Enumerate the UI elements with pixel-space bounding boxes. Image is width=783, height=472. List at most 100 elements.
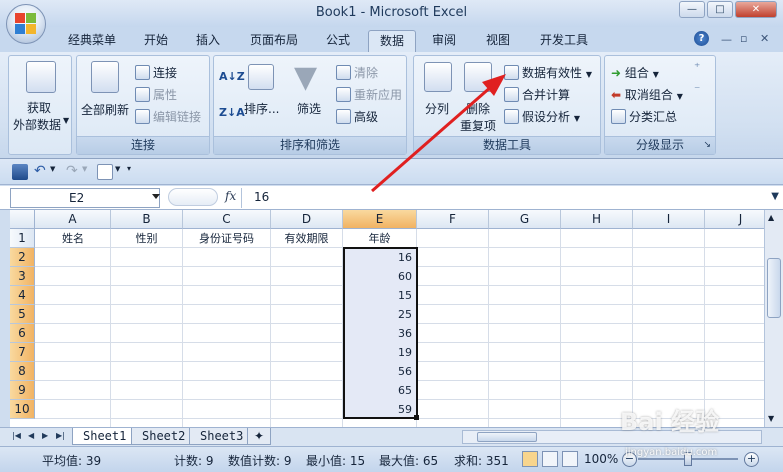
insert-function-icon[interactable]: fx [225, 189, 236, 203]
customize-qat-icon[interactable]: ▾ [127, 164, 131, 173]
get-external-dropdown-icon[interactable]: ▼ [63, 116, 69, 125]
minimize-button[interactable]: — [679, 1, 705, 18]
text-to-columns-button[interactable]: 分列 [425, 100, 449, 117]
name-box[interactable]: E2 [10, 188, 160, 208]
row-header-6[interactable]: 6 [10, 324, 35, 343]
cell-c1[interactable]: 身份证号码 [183, 229, 270, 248]
prev-sheet-icon[interactable]: ◀ [28, 431, 34, 440]
sort-az-icon[interactable]: A↓Z [219, 70, 245, 83]
print-preview-icon[interactable] [97, 164, 113, 180]
cell-e4[interactable]: 15 [343, 286, 416, 305]
subtotal-button[interactable]: 分类汇总 [611, 108, 677, 125]
connections-button[interactable]: 连接 [135, 64, 177, 81]
zoom-level[interactable]: 100% [584, 452, 618, 466]
formula-input[interactable]: 16 [254, 190, 269, 204]
column-header-f[interactable]: F [417, 210, 489, 229]
cell-e3[interactable]: 60 [343, 267, 416, 286]
column-header-a[interactable]: A [35, 210, 111, 229]
column-header-g[interactable]: G [489, 210, 561, 229]
horizontal-scroll-thumb[interactable] [477, 432, 537, 442]
refresh-all-button[interactable]: 全部刷新 [81, 101, 129, 118]
tab-data[interactable]: 数据 [368, 30, 416, 52]
normal-view-icon[interactable] [522, 451, 538, 467]
tab-insert[interactable]: 插入 [188, 30, 228, 52]
formula-edit-controls[interactable] [168, 188, 218, 206]
sort-za-icon[interactable]: Z↓A [219, 106, 245, 119]
preview-dropdown-icon[interactable]: ▼ [115, 165, 120, 173]
row-header-9[interactable]: 9 [10, 381, 35, 400]
redo-dropdown-icon[interactable]: ▼ [82, 165, 87, 173]
redo-icon[interactable]: ↷ [66, 163, 78, 179]
last-sheet-icon[interactable]: ▶| [56, 431, 65, 440]
consolidate-button[interactable]: 合并计算 [504, 86, 570, 103]
page-break-view-icon[interactable] [562, 451, 578, 467]
row-header-2[interactable]: 2 [10, 248, 35, 267]
column-header-j[interactable]: J [705, 210, 764, 229]
sort-button[interactable]: 排序... [244, 100, 279, 117]
scroll-down-icon[interactable]: ▼ [768, 414, 774, 423]
column-header-i[interactable]: I [633, 210, 705, 229]
column-header-b[interactable]: B [111, 210, 183, 229]
zoom-in-button[interactable]: + [744, 452, 759, 467]
ribbon-minimize-icon[interactable]: — [721, 33, 732, 46]
column-header-d[interactable]: D [271, 210, 343, 229]
office-button[interactable] [6, 4, 46, 44]
cell-e9[interactable]: 65 [343, 381, 416, 400]
vertical-scroll-thumb[interactable] [767, 258, 781, 318]
clear-button[interactable]: 清除 [336, 64, 378, 81]
edit-links-button[interactable]: 编辑链接 [135, 108, 201, 125]
vertical-scrollbar[interactable]: ▲ ▼ [764, 210, 783, 427]
cell-e2[interactable]: 16 [343, 248, 416, 267]
filter-button[interactable]: 筛选 [297, 100, 321, 117]
sheet-tab-1[interactable]: Sheet1 [72, 428, 138, 445]
tab-page-layout[interactable]: 页面布局 [242, 30, 306, 52]
expand-formula-bar-icon[interactable]: ▼ [771, 191, 779, 202]
get-external-label-1[interactable]: 获取 [27, 99, 51, 116]
row-header-3[interactable]: 3 [10, 267, 35, 286]
cell-e7[interactable]: 19 [343, 343, 416, 362]
data-validation-button[interactable]: 数据有效性 ▼ [504, 64, 592, 81]
ribbon-restore-icon[interactable]: ▫ [740, 32, 747, 45]
remove-duplicates-label-1[interactable]: 删除 [466, 100, 490, 117]
first-sheet-icon[interactable]: |◀ [12, 431, 21, 440]
remove-duplicates-label-2[interactable]: 重复项 [460, 117, 496, 134]
what-if-button[interactable]: 假设分析 ▼ [504, 108, 580, 125]
row-header-1[interactable]: 1 [10, 229, 35, 248]
cell-d1[interactable]: 有效期限 [271, 229, 342, 248]
save-icon[interactable] [12, 164, 28, 180]
hide-detail-icon[interactable]: ⁻ [694, 82, 700, 96]
insert-sheet-icon[interactable]: ✦ [247, 428, 272, 445]
cell-b1[interactable]: 性别 [111, 229, 182, 248]
row-header-4[interactable]: 4 [10, 286, 35, 305]
cell-e5[interactable]: 25 [343, 305, 416, 324]
page-layout-view-icon[interactable] [542, 451, 558, 467]
undo-icon[interactable]: ↶ [34, 163, 46, 179]
get-external-label-2[interactable]: 外部数据 [13, 116, 61, 133]
sheet-tab-3[interactable]: Sheet3 [189, 428, 255, 445]
tab-developer[interactable]: 开发工具 [532, 30, 596, 52]
row-header-10[interactable]: 10 [10, 400, 35, 419]
help-icon[interactable]: ? [694, 31, 709, 46]
dialog-launcher-icon[interactable]: ↘ [703, 137, 711, 154]
tab-view[interactable]: 视图 [478, 30, 518, 52]
scroll-up-icon[interactable]: ▲ [768, 213, 774, 222]
reapply-button[interactable]: 重新应用 [336, 86, 402, 103]
worksheet-grid[interactable]: A B C D E F G H I J 1 2 3 4 5 6 7 8 9 10… [10, 210, 764, 427]
row-header-5[interactable]: 5 [10, 305, 35, 324]
show-detail-icon[interactable]: ⁺ [694, 60, 700, 74]
cell-e8[interactable]: 56 [343, 362, 416, 381]
advanced-button[interactable]: 高级 [336, 108, 378, 125]
tab-review[interactable]: 审阅 [424, 30, 464, 52]
restore-button[interactable]: □ [707, 1, 733, 18]
row-header-7[interactable]: 7 [10, 343, 35, 362]
cell-a1[interactable]: 姓名 [36, 229, 110, 248]
undo-dropdown-icon[interactable]: ▼ [50, 165, 55, 173]
properties-button[interactable]: 属性 [135, 86, 177, 103]
tab-formulas[interactable]: 公式 [318, 30, 358, 52]
tab-home[interactable]: 开始 [136, 30, 176, 52]
close-button[interactable]: ✕ [735, 1, 777, 18]
next-sheet-icon[interactable]: ▶ [42, 431, 48, 440]
column-header-h[interactable]: H [561, 210, 633, 229]
group-button[interactable]: ➜ 组合 ▼ [611, 64, 659, 81]
select-all-corner[interactable] [10, 210, 35, 229]
